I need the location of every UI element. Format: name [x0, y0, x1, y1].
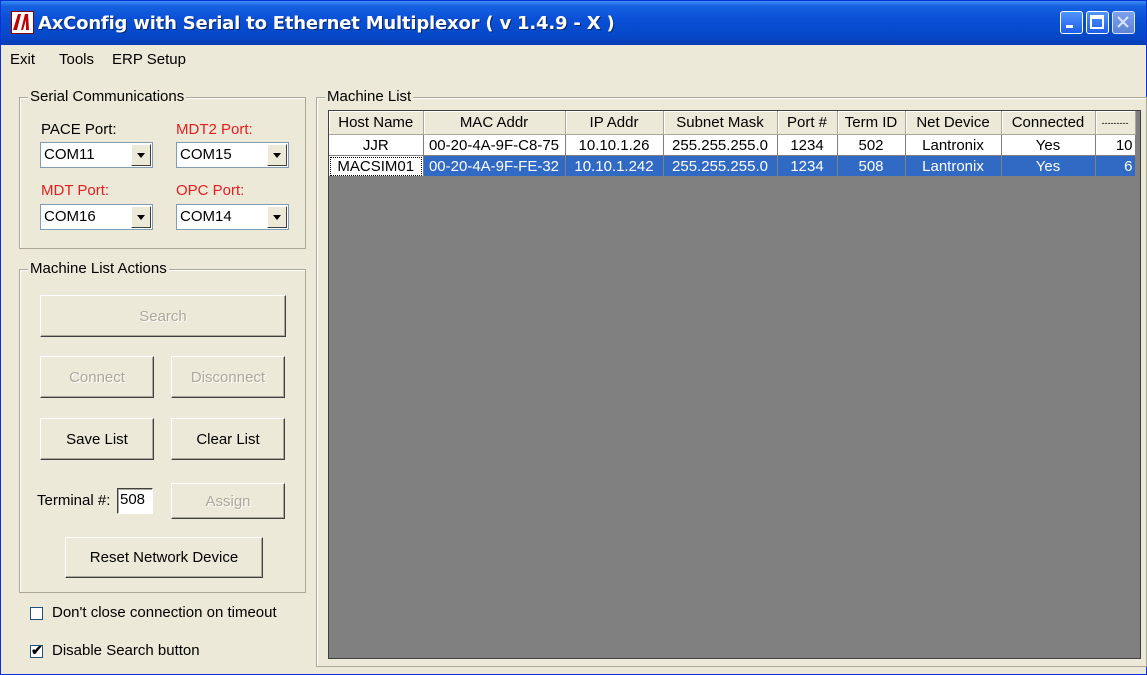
column-header[interactable]: --------- [1095, 111, 1136, 135]
table-cell: Lantronix [905, 155, 1002, 177]
opc-port-select[interactable]: COM14 [176, 204, 289, 230]
column-header[interactable]: Subnet Mask [663, 111, 778, 135]
checkmark-icon: ✔ [31, 642, 43, 658]
machine-list-label: Machine List [325, 88, 414, 105]
chevron-down-icon[interactable] [267, 144, 287, 166]
chevron-down-icon[interactable] [267, 206, 287, 228]
serial-communications-label: Serial Communications [28, 88, 187, 105]
menu-tools[interactable]: Tools [59, 51, 94, 68]
title-bar[interactable]: AxConfig with Serial to Ethernet Multipl… [1, 1, 1146, 45]
main-window: AxConfig with Serial to Ethernet Multipl… [0, 0, 1147, 675]
table-cell: MACSIM01 [329, 155, 424, 177]
pace-port-label: PACE Port: [41, 121, 117, 138]
table-cell: 10.10.1.26 [565, 134, 664, 156]
terminal-number-input[interactable]: 508 [117, 488, 153, 514]
save-list-button[interactable]: Save List [40, 418, 154, 460]
mdt2-port-select[interactable]: COM15 [176, 142, 289, 168]
table-cell: JJR [329, 134, 424, 156]
table-cell: 00-20-4A-9F-C8-75 [423, 134, 566, 156]
chevron-down-icon[interactable] [131, 144, 151, 166]
chevron-down-icon[interactable] [131, 206, 151, 228]
menu-exit[interactable]: Exit [10, 51, 35, 68]
dont-close-checkbox[interactable] [30, 607, 43, 620]
column-header[interactable]: Term ID [837, 111, 906, 135]
column-header[interactable]: Port # [777, 111, 838, 135]
search-button[interactable]: Search [40, 295, 286, 337]
machine-table: Host Name MAC Addr IP Addr Subnet Mask P… [329, 111, 1136, 177]
column-header[interactable]: Connected [1001, 111, 1096, 135]
machine-list-actions-group: Machine List Actions Search Connect Disc… [19, 260, 306, 593]
mdt-port-label: MDT Port: [41, 182, 110, 199]
menu-bar: Exit Tools ERP Setup [1, 45, 1146, 75]
table-cell: Yes [1001, 134, 1096, 156]
table-cell: 1234 [777, 155, 838, 177]
table-cell: 255.255.255.0 [663, 155, 778, 177]
connect-button[interactable]: Connect [40, 356, 154, 398]
window-title: AxConfig with Serial to Ethernet Multipl… [38, 13, 615, 34]
mdt-port-value: COM16 [44, 208, 96, 225]
clear-list-button[interactable]: Clear List [171, 418, 285, 460]
serial-communications-group: Serial Communications PACE Port: MDT2 Po… [19, 88, 306, 249]
terminal-label: Terminal #: [37, 492, 111, 509]
disable-search-label: Disable Search button [52, 642, 200, 659]
table-cell: 508 [837, 155, 906, 177]
machine-list-actions-label: Machine List Actions [28, 260, 169, 277]
pace-port-select[interactable]: COM11 [40, 142, 153, 168]
column-header[interactable]: IP Addr [565, 111, 664, 135]
table-row[interactable]: JJR 00-20-4A-9F-C8-75 10.10.1.26 255.255… [329, 134, 1136, 156]
disable-search-checkbox[interactable]: ✔ [30, 642, 43, 658]
disconnect-button[interactable]: Disconnect [171, 356, 285, 398]
table-cell: 6 [1095, 155, 1136, 177]
table-cell: Yes [1001, 155, 1096, 177]
maximize-button[interactable] [1086, 11, 1109, 34]
table-cell: 1234 [777, 134, 838, 156]
table-header: Host Name MAC Addr IP Addr Subnet Mask P… [329, 111, 1136, 135]
opc-port-label: OPC Port: [176, 182, 245, 199]
close-button[interactable] [1112, 11, 1135, 34]
table-cell: 00-20-4A-9F-FE-32 [423, 155, 566, 177]
pace-port-value: COM11 [44, 146, 95, 163]
opc-port-value: COM14 [180, 208, 232, 225]
column-header[interactable]: MAC Addr [423, 111, 566, 135]
mdt2-port-label: MDT2 Port: [176, 121, 253, 138]
table-cell: 10 [1095, 134, 1136, 156]
dont-close-label: Don't close connection on timeout [52, 604, 277, 621]
minimize-button[interactable] [1060, 11, 1083, 34]
table-cell: 10.10.1.242 [565, 155, 664, 177]
column-header[interactable]: Host Name [329, 111, 424, 135]
machine-list-table[interactable]: Host Name MAC Addr IP Addr Subnet Mask P… [328, 110, 1141, 659]
table-cell: Lantronix [905, 134, 1002, 156]
mdt-port-select[interactable]: COM16 [40, 204, 153, 230]
reset-network-device-button[interactable]: Reset Network Device [65, 537, 263, 578]
table-cell: 502 [837, 134, 906, 156]
app-logo-icon [11, 11, 34, 34]
assign-button[interactable]: Assign [171, 483, 285, 519]
mdt2-port-value: COM15 [180, 146, 232, 163]
table-row-selected[interactable]: MACSIM01 00-20-4A-9F-FE-32 10.10.1.242 2… [329, 155, 1136, 177]
menu-erp-setup[interactable]: ERP Setup [112, 51, 186, 68]
column-header[interactable]: Net Device [905, 111, 1002, 135]
table-cell: 255.255.255.0 [663, 134, 778, 156]
